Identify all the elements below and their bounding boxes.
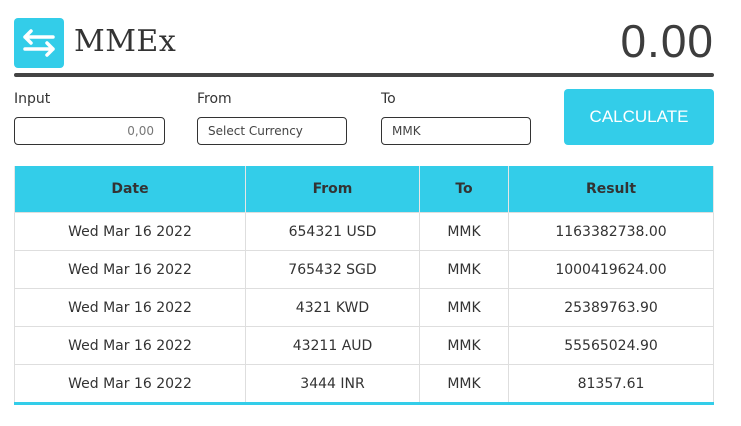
column-header-result: Result xyxy=(508,166,714,213)
table-header-row: Date From To Result xyxy=(14,166,714,213)
date-cell: Wed Mar 16 2022 xyxy=(14,364,246,405)
to-cell: MMK xyxy=(419,212,509,251)
from-cell: 3444 INR xyxy=(245,364,420,405)
from-cell: 765432 SGD xyxy=(245,250,420,289)
result-cell: 25389763.90 xyxy=(508,288,714,327)
from-label: From xyxy=(197,91,232,107)
column-header-date: Date xyxy=(14,166,246,213)
amount-input[interactable]: 0,00 xyxy=(14,117,165,145)
to-cell: MMK xyxy=(419,250,509,289)
date-cell: Wed Mar 16 2022 xyxy=(14,212,246,251)
date-cell: Wed Mar 16 2022 xyxy=(14,326,246,365)
table-row: Wed Mar 16 2022 4321 KWD MMK 25389763.90 xyxy=(14,288,714,327)
app-header: MMEx 0.00 xyxy=(14,15,714,74)
exchange-arrows-icon xyxy=(14,18,64,68)
table-row: Wed Mar 16 2022 654321 USD MMK 116338273… xyxy=(14,212,714,251)
input-label: Input xyxy=(14,91,51,107)
result-cell: 81357.61 xyxy=(508,364,714,405)
to-cell: MMK xyxy=(419,288,509,327)
header-divider xyxy=(14,73,714,77)
calculate-button[interactable]: CALCULATE xyxy=(564,89,714,145)
table-row: Wed Mar 16 2022 765432 SGD MMK 100041962… xyxy=(14,250,714,289)
app-title: MMEx xyxy=(74,24,177,59)
from-cell: 43211 AUD xyxy=(245,326,420,365)
from-currency-select[interactable]: Select Currency xyxy=(197,117,347,145)
history-table: Date From To Result Wed Mar 16 2022 6543… xyxy=(14,166,714,405)
to-label: To xyxy=(381,91,396,107)
to-cell: MMK xyxy=(419,364,509,405)
column-header-to: To xyxy=(419,166,509,213)
table-row: Wed Mar 16 2022 43211 AUD MMK 55565024.9… xyxy=(14,326,714,365)
from-cell: 654321 USD xyxy=(245,212,420,251)
to-cell: MMK xyxy=(419,326,509,365)
date-cell: Wed Mar 16 2022 xyxy=(14,250,246,289)
result-cell: 55565024.90 xyxy=(508,326,714,365)
result-cell: 1163382738.00 xyxy=(508,212,714,251)
result-display: 0.00 xyxy=(620,15,714,67)
to-currency-field[interactable]: MMK xyxy=(381,117,531,145)
result-cell: 1000419624.00 xyxy=(508,250,714,289)
date-cell: Wed Mar 16 2022 xyxy=(14,288,246,327)
from-cell: 4321 KWD xyxy=(245,288,420,327)
column-header-from: From xyxy=(245,166,420,213)
table-row: Wed Mar 16 2022 3444 INR MMK 81357.61 xyxy=(14,364,714,405)
